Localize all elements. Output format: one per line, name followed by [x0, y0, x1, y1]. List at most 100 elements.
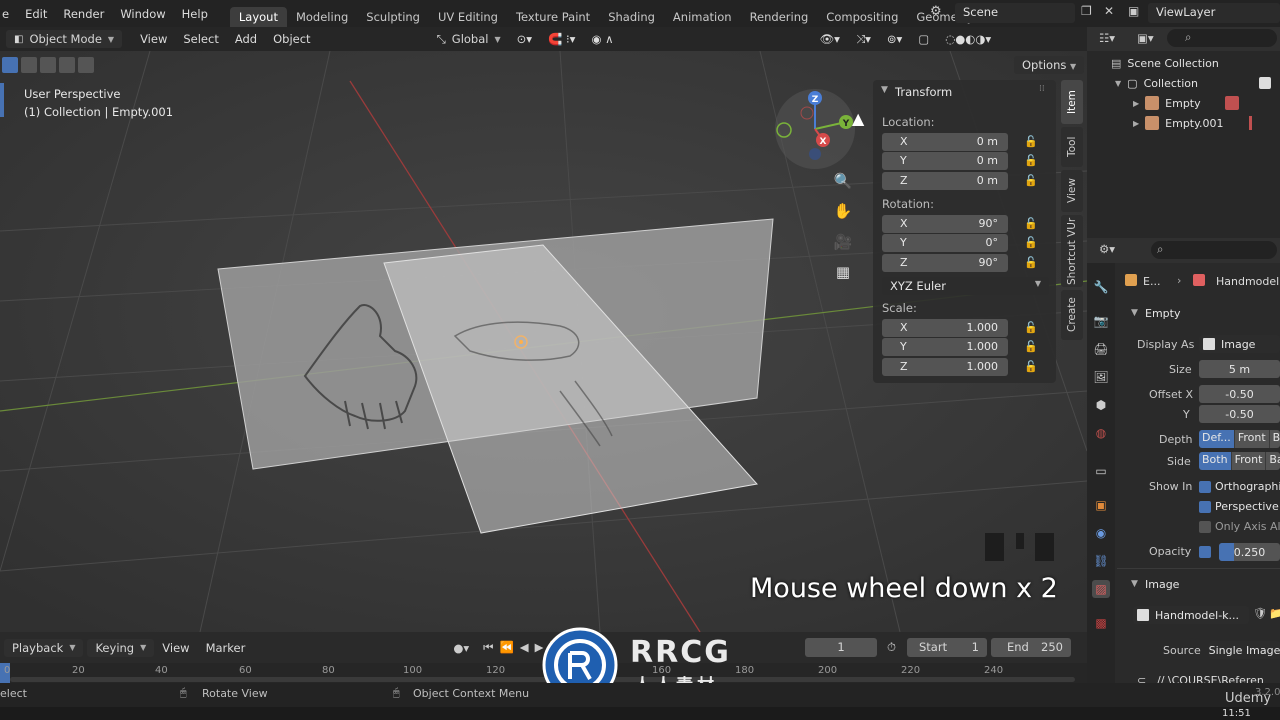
select-invert-icon[interactable] — [59, 57, 75, 73]
delete-scene-icon[interactable]: ✕ — [1104, 4, 1114, 18]
depth-back-option[interactable]: Back — [1269, 430, 1280, 448]
outliner-scene-collection[interactable]: ▤ Scene Collection — [1087, 53, 1280, 73]
tab-modeling[interactable]: Modeling — [287, 7, 357, 27]
menu-window[interactable]: Window — [112, 7, 173, 21]
lock-icon[interactable]: 🔓 — [1024, 256, 1038, 270]
side-both-option[interactable]: Both — [1199, 452, 1232, 470]
display-mode-icon[interactable]: ▣▾ — [1137, 31, 1154, 45]
view-layer-icon[interactable]: ▣ — [1128, 4, 1139, 18]
scene-icon[interactable]: ⚙ — [930, 4, 942, 19]
lock-icon[interactable]: 🔓 — [1024, 135, 1038, 149]
side-front-option[interactable]: Front — [1231, 452, 1267, 470]
menu-add[interactable]: Add — [227, 30, 265, 48]
outliner-collection[interactable]: ▼ ▢ Collection — [1087, 73, 1280, 93]
snap-icon[interactable]: 🧲 ⁝▾ — [540, 30, 583, 48]
timeline-view-menu[interactable]: View — [154, 639, 197, 657]
object-tab-icon[interactable]: ▣ — [1092, 496, 1110, 514]
render-tab-icon[interactable]: 📷 — [1092, 312, 1110, 330]
opacity-checkbox[interactable] — [1199, 546, 1211, 558]
proportional-edit-icon[interactable]: ◉ ∧ — [583, 30, 621, 48]
tab-sculpting[interactable]: Sculpting — [357, 7, 429, 27]
only-axis-aligned-checkbox[interactable] — [1199, 521, 1211, 533]
xray-icon[interactable]: ▢ — [910, 30, 937, 48]
view-layer-selector[interactable]: ViewLayer — [1148, 3, 1280, 23]
tab-compositing[interactable]: Compositing — [817, 7, 907, 27]
navigation-gizmo[interactable]: Z Y X — [774, 88, 856, 170]
tab-uv-editing[interactable]: UV Editing — [429, 7, 507, 27]
location-z-field[interactable]: Z 0 m — [882, 172, 1008, 190]
rotation-x-field[interactable]: X 90° — [882, 215, 1008, 233]
tab-layout[interactable]: Layout — [229, 7, 287, 27]
menu-edit[interactable]: Edit — [17, 7, 55, 21]
tab-view[interactable]: View — [1061, 170, 1083, 212]
lock-icon[interactable]: 🔓 — [1024, 340, 1038, 354]
record-icon[interactable]: ●▾ — [453, 641, 469, 655]
tab-animation[interactable]: Animation — [664, 7, 741, 27]
menu-object[interactable]: Object — [265, 30, 318, 48]
select-subtract-icon[interactable] — [40, 57, 56, 73]
lock-icon[interactable]: 🔓 — [1024, 217, 1038, 231]
scene-selector[interactable]: Scene — [955, 3, 1075, 23]
menu-help[interactable]: Help — [174, 7, 216, 21]
size-field[interactable]: 5 m — [1199, 360, 1280, 378]
lock-icon[interactable]: 🔓 — [1024, 154, 1038, 168]
start-frame-field[interactable]: Start 1 — [907, 638, 987, 657]
display-as-select[interactable]: Image — [1199, 335, 1280, 353]
menu-view[interactable]: View — [132, 30, 175, 48]
marker-menu[interactable]: Marker — [198, 639, 254, 657]
current-frame-field[interactable]: 1 — [805, 638, 877, 657]
lock-icon[interactable]: 🔓 — [1024, 360, 1038, 374]
physics-tab-icon[interactable]: ◉ — [1092, 524, 1110, 542]
preview-range-icon[interactable]: ⏱ — [887, 640, 896, 655]
mode-selector[interactable]: ◧ Object Mode ▼ — [6, 30, 123, 48]
chevron-down-icon[interactable]: ▼ — [1131, 579, 1138, 589]
world-tab-icon[interactable]: ◍ — [1092, 424, 1110, 442]
depth-default-option[interactable]: Def... — [1199, 430, 1235, 448]
gizmo-neg-z-handle[interactable] — [809, 148, 821, 160]
chevron-down-icon[interactable]: ▼ — [1115, 79, 1121, 88]
scale-z-field[interactable]: Z 1.000 — [882, 358, 1008, 376]
tab-tool[interactable]: Tool — [1061, 127, 1083, 167]
options-button[interactable]: Options ▼ — [1014, 56, 1085, 74]
constraints-tab-icon[interactable]: ⛓ — [1092, 552, 1110, 570]
outliner-search-input[interactable] — [1167, 29, 1277, 47]
properties-editor-icon[interactable]: ⚙▾ — [1099, 242, 1115, 256]
pan-hand-icon[interactable]: ✋ — [831, 199, 855, 223]
rotation-mode-select[interactable]: XYZ Euler ▼ — [882, 277, 1049, 295]
tab-shortcut-vur[interactable]: Shortcut VUr — [1061, 215, 1083, 287]
rotation-y-field[interactable]: Y 0° — [882, 234, 1008, 252]
collection-checkbox[interactable] — [1259, 77, 1271, 89]
end-frame-field[interactable]: End 250 — [991, 638, 1071, 657]
visibility-icon[interactable]: 👁▾ — [812, 30, 848, 48]
offset-x-field[interactable]: -0.50 — [1199, 385, 1280, 403]
tab-shading[interactable]: Shading — [599, 7, 664, 27]
tab-item[interactable]: Item — [1061, 80, 1083, 124]
scale-x-field[interactable]: X 1.000 — [882, 319, 1008, 337]
select-intersect-icon[interactable] — [78, 57, 94, 73]
overlays-icon[interactable]: ⊚▾ — [879, 30, 910, 48]
chevron-down-icon[interactable]: ▼ — [881, 85, 888, 95]
menu-select[interactable]: Select — [175, 30, 226, 48]
view-layer-tab-icon[interactable]: 🖼 — [1092, 368, 1110, 386]
properties-search-input[interactable] — [1151, 241, 1277, 259]
side-back-option[interactable]: Back — [1266, 452, 1280, 470]
menu-file[interactable]: e — [0, 7, 17, 21]
playback-menu[interactable]: Playback ▼ — [4, 638, 84, 657]
gizmo-toggle-icon[interactable]: ⤨▾ — [848, 30, 879, 49]
source-select[interactable]: Single Image — [1209, 641, 1280, 659]
lock-icon[interactable]: 🔓 — [1024, 174, 1038, 188]
new-scene-icon[interactable]: ❐ — [1081, 4, 1092, 18]
tab-rendering[interactable]: Rendering — [741, 7, 818, 27]
texture-tab-icon[interactable]: ▩ — [1092, 614, 1110, 632]
lock-icon[interactable]: 🔓 — [1024, 321, 1038, 335]
scene-tab-icon[interactable]: ⬢ — [1092, 396, 1110, 414]
chevron-down-icon[interactable]: ▼ — [1131, 308, 1138, 318]
shading-modes-icon[interactable]: ◌●◐◑▾ — [937, 30, 999, 48]
image-data-icon[interactable] — [1225, 96, 1239, 110]
perspective-checkbox[interactable] — [1199, 501, 1211, 513]
tab-create[interactable]: Create — [1061, 290, 1083, 340]
breadcrumb-object[interactable]: E... — [1143, 275, 1160, 288]
camera-icon[interactable]: 🎥 — [831, 230, 855, 254]
tab-texture-paint[interactable]: Texture Paint — [507, 7, 599, 27]
rotation-z-field[interactable]: Z 90° — [882, 254, 1008, 272]
